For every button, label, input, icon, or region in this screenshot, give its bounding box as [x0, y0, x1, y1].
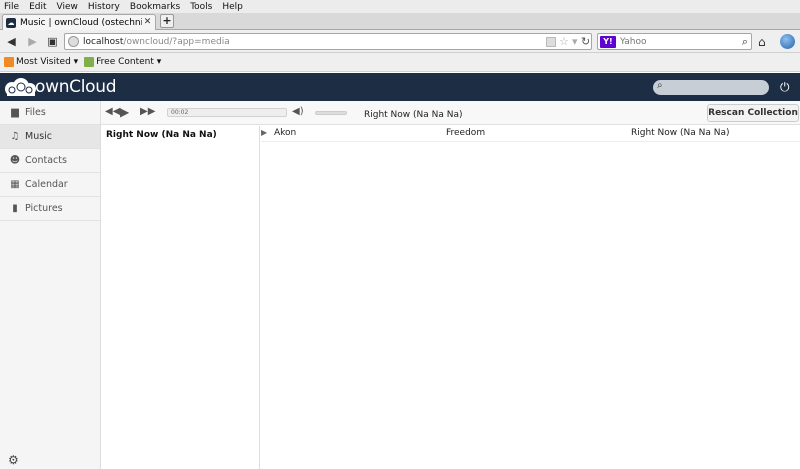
address-url: localhost/owncloud/?app=media — [83, 37, 230, 47]
volume-slider[interactable] — [315, 111, 347, 115]
yahoo-engine-icon[interactable]: Y! — [600, 36, 616, 48]
owncloud-favicon-icon: ☁ — [6, 17, 16, 28]
app-sidebar: ▆ Files ♫ Music ☻ Contacts ▦ Calendar ▮ … — [0, 101, 101, 469]
sidebar-item-music[interactable]: ♫ Music — [0, 125, 100, 149]
playback-progress-bar[interactable]: 00:02 — [167, 108, 287, 117]
cloud-logo-icon — [5, 78, 36, 96]
settings-gear-icon[interactable]: ⚙ — [8, 453, 19, 467]
logout-power-icon[interactable]: ⏻ — [780, 80, 790, 95]
menu-history[interactable]: History — [88, 2, 120, 12]
owncloud-search-input[interactable] — [671, 81, 763, 93]
menu-bookmarks[interactable]: Bookmarks — [130, 2, 180, 12]
search-icon[interactable]: ⌕ — [742, 35, 748, 49]
play-song-icon[interactable]: ▶ — [261, 128, 267, 137]
tab-title: Music | ownCloud (ostechnix) — [20, 17, 142, 28]
logo-text: ownCloud — [35, 77, 117, 97]
title-cell[interactable]: Right Now (Na Na Na) — [631, 128, 730, 138]
address-bar[interactable]: localhost/owncloud/?app=media ☆ ▾ ↻ — [64, 33, 592, 50]
bookmark-free-content[interactable]: Free Content ▾ — [84, 57, 161, 67]
collection-panel: ▶ Akon Freedom Right Now (Na Na Na) — [261, 126, 800, 469]
search-input[interactable] — [620, 36, 735, 48]
sidebar-item-files[interactable]: ▆ Files — [0, 101, 100, 125]
bookmarks-toolbar: Most Visited ▾ Free Content ▾ — [0, 53, 800, 72]
reload-icon[interactable]: ↻ — [581, 35, 590, 48]
menu-file[interactable]: File — [4, 2, 19, 12]
back-arrow-icon[interactable]: ◀ — [5, 35, 18, 48]
page-menu-icon[interactable]: ▣ — [46, 35, 59, 48]
sidebar-item-contacts[interactable]: ☻ Contacts — [0, 149, 100, 173]
player-controls: ◀◀ ▶ ▶▶ 00:02 ◀) Right Now (Na Na Na) Re… — [101, 101, 800, 125]
search-icon: ⌕ — [657, 80, 663, 91]
elapsed-time: 00:02 — [171, 109, 189, 116]
sidebar-item-pictures[interactable]: ▮ Pictures — [0, 197, 100, 221]
volume-icon[interactable]: ◀) — [292, 106, 304, 117]
site-identity-icon[interactable] — [68, 36, 79, 47]
previous-track-icon[interactable]: ◀◀ — [105, 106, 120, 117]
album-cell[interactable]: Freedom — [446, 128, 485, 138]
playlist-item[interactable]: Right Now (Na Na Na) — [106, 130, 217, 140]
owncloud-search[interactable]: ⌕ — [653, 80, 769, 95]
folder-icon — [84, 57, 95, 67]
forward-arrow-icon[interactable]: ▶ — [26, 35, 39, 48]
addon-icon[interactable] — [780, 34, 795, 49]
owncloud-header: ownCloud ⌕ ⏻ — [0, 73, 800, 101]
music-note-icon: ♫ — [10, 131, 20, 142]
home-icon[interactable]: ⌂ — [758, 35, 766, 49]
rescan-collection-button[interactable]: Rescan Collection — [707, 104, 799, 122]
navigation-toolbar: ◀ ▶ ▣ localhost/owncloud/?app=media ☆ ▾ … — [0, 30, 800, 53]
owncloud-logo[interactable]: ownCloud — [3, 76, 117, 98]
menu-help[interactable]: Help — [222, 2, 243, 12]
menu-view[interactable]: View — [57, 2, 78, 12]
tab-strip: ☁ Music | ownCloud (ostechnix) ✕ + — [0, 13, 800, 30]
feed-icon[interactable] — [546, 37, 556, 47]
collection-row[interactable]: ▶ Akon Freedom Right Now (Na Na Na) — [261, 126, 800, 142]
bookmark-most-visited[interactable]: Most Visited ▾ — [4, 57, 78, 67]
browser-menubar: File Edit View History Bookmarks Tools H… — [0, 0, 800, 13]
search-bar[interactable]: Y! ⌕ — [597, 33, 752, 50]
sidebar-item-calendar[interactable]: ▦ Calendar — [0, 173, 100, 197]
new-tab-button[interactable]: + — [160, 14, 174, 28]
now-playing-title: Right Now (Na Na Na) — [364, 110, 463, 120]
browser-tab[interactable]: ☁ Music | ownCloud (ostechnix) ✕ — [2, 14, 156, 30]
playlist-panel: Right Now (Na Na Na) — [101, 126, 260, 469]
menu-tools[interactable]: Tools — [190, 2, 212, 12]
play-icon[interactable]: ▶ — [120, 105, 129, 119]
picture-icon: ▮ — [12, 203, 18, 214]
people-icon: ☻ — [9, 155, 21, 166]
bookmark-star-icon[interactable]: ☆ — [559, 35, 569, 48]
calendar-icon: ▦ — [10, 179, 20, 190]
folder-icon: ▆ — [11, 107, 19, 118]
next-track-icon[interactable]: ▶▶ — [140, 106, 155, 117]
artist-cell[interactable]: Akon — [274, 128, 296, 138]
tab-close-icon[interactable]: ✕ — [142, 17, 153, 28]
rss-icon — [4, 57, 14, 67]
dropdown-arrow-icon[interactable]: ▾ — [572, 35, 578, 48]
menu-edit[interactable]: Edit — [29, 2, 46, 12]
